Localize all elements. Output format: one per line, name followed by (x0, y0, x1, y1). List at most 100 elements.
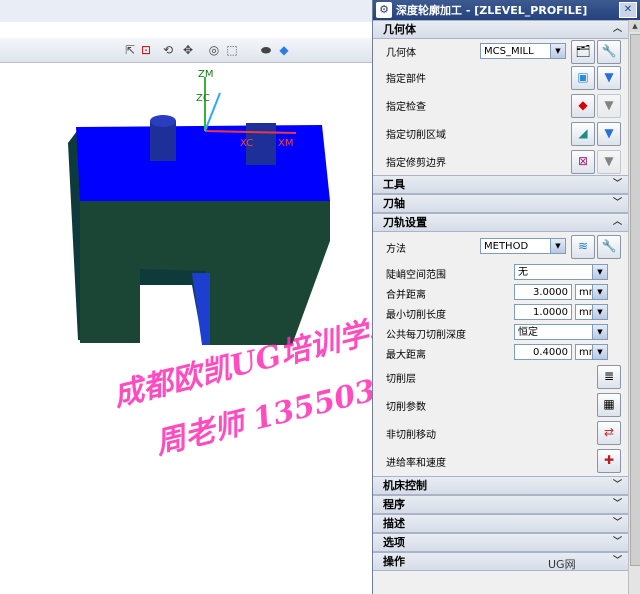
max-distance-label: 最大距离 (386, 350, 426, 361)
max-distance-unit-select[interactable]: mm ▼ (575, 344, 608, 360)
specify-part-label: 指定部件 (386, 74, 426, 85)
cut-levels-button[interactable]: ≣ (597, 365, 621, 389)
specify-trim-button[interactable]: ⊠ (571, 150, 595, 174)
min-cut-length-input[interactable]: 1.0000 (514, 304, 572, 320)
snap-icon[interactable]: ⇱ (122, 42, 138, 58)
steep-label: 陡峭空间范围 (386, 270, 446, 281)
section-tool-path-settings[interactable]: 刀轨设置 ︿ (373, 213, 628, 232)
cut-levels-icon: ≣ (603, 369, 615, 383)
feeds-speeds-icon: ✚ (603, 453, 615, 467)
show-part-button[interactable]: ▼ (597, 66, 621, 90)
new-method-button[interactable]: ≋ (571, 235, 595, 259)
non-cut-moves-button[interactable]: ⇄ (597, 421, 621, 445)
gear-icon[interactable]: ⚙ (376, 2, 392, 18)
edit-geometry-button[interactable]: 🔧 (597, 40, 621, 64)
chevron-down-icon[interactable]: ▼ (592, 265, 607, 279)
max-distance-row: 最大距离 0.4000 mm ▼ (373, 342, 628, 362)
section-tool-axis[interactable]: 刀轴 ﹀ (373, 194, 628, 213)
circle-select-icon[interactable]: ◎ (206, 42, 222, 58)
steep-select[interactable]: 无 ▼ (514, 264, 608, 280)
chevron-down-icon[interactable]: ▼ (592, 345, 607, 359)
specify-check-button[interactable]: ◆ (571, 94, 595, 118)
method-icon: ≋ (577, 239, 589, 253)
flashlight-icon: ▼ (604, 70, 614, 84)
section-machine-control[interactable]: 机床控制 ﹀ (373, 476, 628, 495)
scroll-thumb[interactable] (630, 34, 640, 566)
xc-label: XC (240, 138, 253, 149)
dialog-titlebar: ⚙ 深度轮廓加工 - [ZLEVEL_PROFILE] ✕ (373, 0, 640, 20)
section-options[interactable]: 选项 ﹀ (373, 533, 628, 552)
section-machine-control-label: 机床控制 (383, 479, 427, 492)
scroll-up-icon[interactable]: ▲ (629, 20, 640, 32)
shaded-icon[interactable]: ⬬ (258, 42, 274, 58)
min-cut-unit-select[interactable]: mm ▼ (575, 304, 608, 320)
graphics-viewport[interactable]: ⇱ ⊡ ⟲ ✥ ◎ ⬚ ⬬ ◆ ZM ZC XC XM 成都欧凯UG培训学校 周… (0, 0, 372, 594)
region-select-icon[interactable]: ⬚ (224, 42, 240, 58)
method-row: 方法 METHOD ▼ ≋ 🔧 (373, 232, 628, 262)
section-geometry[interactable]: 几何体 ︿ (373, 20, 628, 39)
chevron-down-icon[interactable]: ﹀ (613, 195, 622, 212)
merge-distance-input[interactable]: 3.0000 (514, 284, 572, 300)
non-cut-moves-label: 非切削移动 (386, 430, 436, 441)
rotate-icon[interactable]: ⟲ (160, 42, 176, 58)
top-band (0, 0, 372, 22)
section-tool-axis-label: 刀轴 (383, 197, 405, 210)
dialog-scrollbar[interactable]: ▲ (628, 20, 640, 594)
chevron-down-icon[interactable]: ▼ (592, 325, 607, 339)
move-icon[interactable]: ✥ (180, 42, 196, 58)
dialog-title: 深度轮廓加工 - [ZLEVEL_PROFILE] (396, 4, 588, 17)
cut-levels-row: 切削层 ≣ (373, 362, 628, 390)
method-value: METHOD (484, 241, 529, 252)
specify-part-button[interactable]: ▣ (571, 66, 595, 90)
min-cut-length-label: 最小切削长度 (386, 310, 446, 321)
specify-cut-area-button[interactable]: ◢ (571, 122, 595, 146)
section-actions[interactable]: 操作 ﹀ (373, 552, 628, 571)
max-distance-input[interactable]: 0.4000 (514, 344, 572, 360)
merge-unit-select[interactable]: mm ▼ (575, 284, 608, 300)
chevron-down-icon[interactable]: ﹀ (613, 496, 622, 513)
section-program[interactable]: 程序 ﹀ (373, 495, 628, 514)
chevron-down-icon[interactable]: ▼ (550, 239, 565, 253)
chevron-down-icon[interactable]: ▼ (592, 285, 607, 299)
section-tool-path-label: 刀轨设置 (383, 216, 427, 229)
dialog-content: 几何体 ︿ 几何体 MCS_MILL ▼ 🗂 🔧 指定部件 ▣ ▼ 指定检查 ◆ ▼… (373, 20, 628, 571)
section-description[interactable]: 描述 ﹀ (373, 514, 628, 533)
flashlight-icon: ▼ (604, 126, 614, 140)
feeds-speeds-button[interactable]: ✚ (597, 449, 621, 473)
show-cut-area-button[interactable]: ▼ (597, 122, 621, 146)
method-select[interactable]: METHOD ▼ (480, 238, 566, 254)
chevron-down-icon[interactable]: ﹀ (613, 176, 622, 193)
depth-per-cut-select[interactable]: 恒定 ▼ (514, 324, 608, 340)
chevron-up-icon[interactable]: ︿ (613, 214, 622, 231)
zc-label: ZC (196, 93, 210, 104)
cut-area-icon: ◢ (578, 126, 588, 140)
new-geometry-button[interactable]: 🗂 (571, 40, 595, 64)
chevron-down-icon[interactable]: ▼ (592, 305, 607, 319)
show-check-button[interactable]: ▼ (597, 94, 621, 118)
chevron-down-icon[interactable]: ﹀ (613, 515, 622, 532)
depth-per-cut-label: 公共每刀切削深度 (386, 330, 466, 341)
chevron-down-icon[interactable]: ﹀ (613, 534, 622, 551)
geometry-select[interactable]: MCS_MILL ▼ (480, 43, 566, 59)
chevron-up-icon[interactable]: ︿ (613, 21, 622, 38)
cube-icon[interactable]: ◆ (276, 42, 292, 58)
close-icon[interactable]: ✕ (619, 2, 637, 18)
cut-params-row: 切削参数 ▦ (373, 390, 628, 418)
feeds-speeds-label: 进给率和速度 (386, 458, 446, 469)
brand-watermark: UG网 (548, 558, 576, 571)
edit-method-button[interactable]: 🔧 (597, 235, 621, 259)
show-trim-button[interactable]: ▼ (597, 150, 621, 174)
method-label: 方法 (386, 244, 406, 255)
part-top-face (76, 125, 330, 201)
operation-dialog: ⚙ 深度轮廓加工 - [ZLEVEL_PROFILE] ✕ 几何体 ︿ 几何体 M… (372, 0, 640, 594)
select-rectangle-icon[interactable]: ⊡ (138, 42, 154, 58)
flashlight-icon: ▼ (604, 98, 614, 112)
chevron-down-icon[interactable]: ﹀ (613, 553, 622, 570)
chevron-down-icon[interactable]: ﹀ (613, 477, 622, 494)
wrench-icon: 🔧 (601, 44, 617, 58)
new-geometry-icon: 🗂 (575, 44, 591, 58)
xm-label: XM (278, 138, 293, 149)
chevron-down-icon[interactable]: ▼ (550, 44, 565, 58)
section-tool[interactable]: 工具 ﹀ (373, 175, 628, 194)
cut-params-button[interactable]: ▦ (597, 393, 621, 417)
